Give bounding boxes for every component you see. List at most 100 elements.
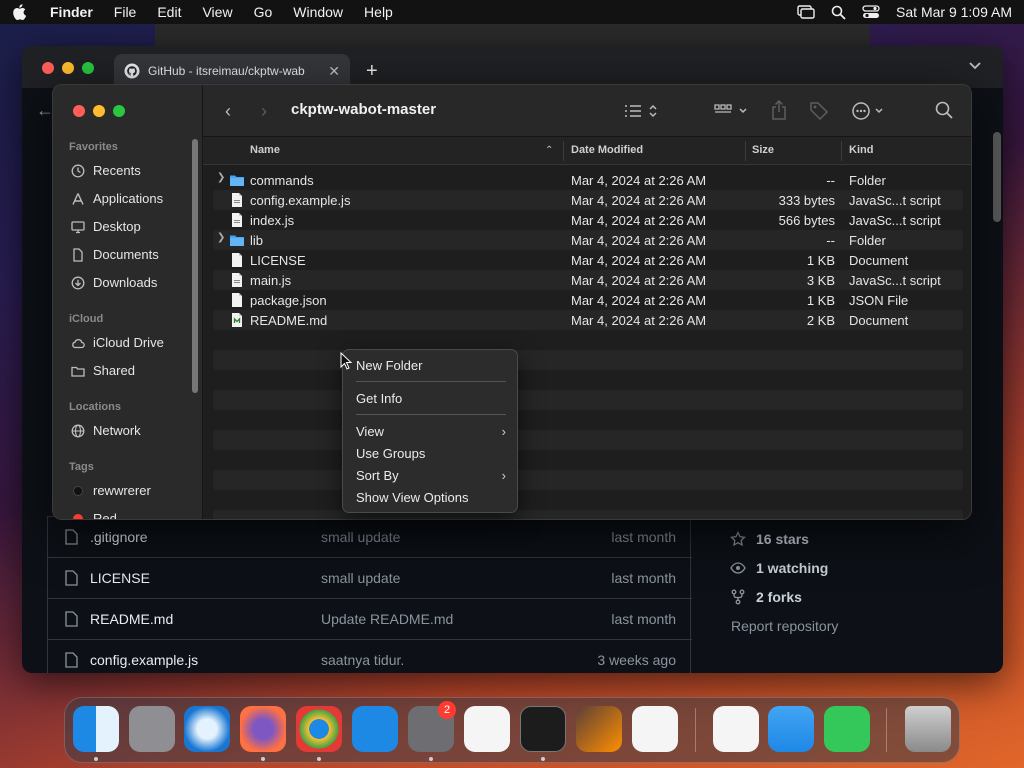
github-file-name[interactable]: LICENSE [90,570,150,586]
column-divider[interactable] [563,141,564,161]
column-divider[interactable] [745,141,746,161]
spotlight-search-icon[interactable] [831,5,846,20]
finder-close-button[interactable] [73,105,85,117]
browser-tab-github[interactable]: GitHub - itsreimau/ckptw-wab ✕ [114,54,350,88]
system-settings-icon[interactable]: 2 [408,701,456,752]
menu-item-get-info[interactable]: Get Info [356,391,506,406]
sidebar-tag-rewwrerer[interactable]: rewwrerer [71,483,151,498]
file-row-lib[interactable]: ❯ lib Mar 4, 2024 at 2:26 AM -- Folder [203,230,971,250]
github-commit-message[interactable]: small update [321,529,400,545]
github-forks-link[interactable]: 2 forks [730,589,802,605]
github-file-row[interactable]: .gitignore small update last month [48,516,692,557]
github-commit-message[interactable]: Update README.md [321,611,453,627]
browser-zoom-button[interactable] [82,62,94,74]
menu-item-show-view-options[interactable]: Show View Options [356,490,506,505]
menu-item-view[interactable]: View › [356,424,506,439]
forward-chevron-icon[interactable]: › [261,101,267,122]
github-file-name[interactable]: .gitignore [90,529,148,545]
share-icon[interactable] [771,100,787,120]
finder-minimize-button[interactable] [93,105,105,117]
column-kind[interactable]: Kind [849,144,873,156]
menu-item-use-groups[interactable]: Use Groups [356,446,506,461]
github-report-repository-link[interactable]: Report repository [731,618,838,634]
list-view-icon[interactable] [623,103,659,119]
menu-edit[interactable]: Edit [157,4,181,20]
app-store-icon[interactable] [352,706,398,752]
launchpad-icon[interactable] [129,706,175,752]
browser-scrollbar[interactable] [993,132,1001,222]
github-commit-message[interactable]: saatnya tidur. [321,652,404,668]
github-file-row[interactable]: LICENSE small update last month [48,557,692,598]
sidebar-item-shared[interactable]: Shared [71,363,135,378]
file-row-readme-md[interactable]: README.md Mar 4, 2024 at 2:26 AM 2 KB Do… [203,310,971,330]
file-row-package-json[interactable]: package.json Mar 4, 2024 at 2:26 AM 1 KB… [203,290,971,310]
visual-studio-icon[interactable] [713,706,759,752]
sidebar-item-downloads[interactable]: Downloads [71,275,157,290]
chrome-icon[interactable] [296,706,342,752]
browser-minimize-button[interactable] [62,62,74,74]
column-size[interactable]: Size [752,144,774,156]
sidebar-tag-red[interactable]: Red [71,511,117,519]
tab-search-chevron-icon[interactable] [969,62,981,70]
sidebar-item-icloud-drive[interactable]: iCloud Drive [71,335,164,350]
facetime-icon[interactable] [824,706,870,752]
github-file-row[interactable]: config.example.js saatnya tidur. 3 weeks… [48,639,692,673]
action-menu-icon[interactable] [851,101,887,121]
file-row-main-js[interactable]: main.js Mar 4, 2024 at 2:26 AM 3 KB Java… [203,270,971,290]
menu-finder[interactable]: Finder [50,4,93,20]
github-file-name[interactable]: config.example.js [90,652,198,668]
menu-item-sort-by[interactable]: Sort By › [356,468,506,483]
menubar-clock[interactable]: Sat Mar 9 1:09 AM [896,4,1012,20]
control-center-icon[interactable] [862,5,880,19]
weather-icon[interactable] [768,706,814,752]
back-chevron-icon[interactable]: ‹ [225,101,231,122]
file-row-license[interactable]: LICENSE Mar 4, 2024 at 2:26 AM 1 KB Docu… [203,250,971,270]
search-icon[interactable] [935,101,953,119]
group-view-icon[interactable] [713,103,751,119]
terminal-icon[interactable] [520,706,566,752]
sidebar-item-recents[interactable]: Recents [71,163,141,178]
menu-view[interactable]: View [202,4,232,20]
menu-window[interactable]: Window [293,4,343,20]
browser-close-button[interactable] [42,62,54,74]
file-row-config-example-js[interactable]: config.example.js Mar 4, 2024 at 2:26 AM… [203,190,971,210]
file-list[interactable]: ❯ commands Mar 4, 2024 at 2:26 AM -- Fol… [203,165,971,519]
column-divider[interactable] [841,141,842,161]
safari-icon[interactable] [184,706,230,752]
column-date-modified[interactable]: Date Modified [571,144,643,156]
apple-menu-icon[interactable] [12,4,26,20]
github-file-name[interactable]: README.md [90,611,173,627]
menu-item-new-folder[interactable]: New Folder [356,358,506,373]
menu-go[interactable]: Go [254,4,273,20]
file-row-index-js[interactable]: index.js Mar 4, 2024 at 2:26 AM 566 byte… [203,210,971,230]
menu-help[interactable]: Help [364,4,393,20]
new-tab-icon[interactable]: + [366,60,378,83]
tag-icon[interactable] [809,101,829,121]
sidebar-section-favorites: Favorites [69,141,118,153]
menu-file[interactable]: File [114,4,137,20]
finder-zoom-button[interactable] [113,105,125,117]
textedit-icon[interactable] [464,706,510,752]
sidebar-scrollbar[interactable] [192,139,198,393]
file-kind: JavaSc...t script [849,273,941,288]
close-tab-icon[interactable]: ✕ [328,63,340,80]
sidebar-item-documents[interactable]: Documents [71,247,159,262]
vscode-icon[interactable] [632,706,678,752]
sidebar-item-applications[interactable]: Applications [71,191,163,206]
github-stars-link[interactable]: 16 stars [730,531,809,547]
garageband-icon[interactable] [576,706,622,752]
github-watching-link[interactable]: 1 watching [730,560,828,576]
column-name[interactable]: Name [250,144,280,156]
sidebar-item-network[interactable]: Network [71,423,141,438]
trash-icon[interactable] [905,706,951,752]
finder-icon[interactable] [73,706,119,752]
file-row-commands[interactable]: ❯ commands Mar 4, 2024 at 2:26 AM -- Fol… [203,170,971,190]
disclosure-triangle-icon[interactable]: ❯ [217,232,225,243]
sort-ascending-chevron-icon[interactable]: ⌃ [545,145,553,156]
disclosure-triangle-icon[interactable]: ❯ [217,172,225,183]
firefox-icon[interactable] [240,706,286,752]
screen-mirroring-icon[interactable] [797,5,815,19]
github-commit-message[interactable]: small update [321,570,400,586]
sidebar-item-desktop[interactable]: Desktop [71,219,141,234]
github-file-row[interactable]: README.md Update README.md last month [48,598,692,639]
